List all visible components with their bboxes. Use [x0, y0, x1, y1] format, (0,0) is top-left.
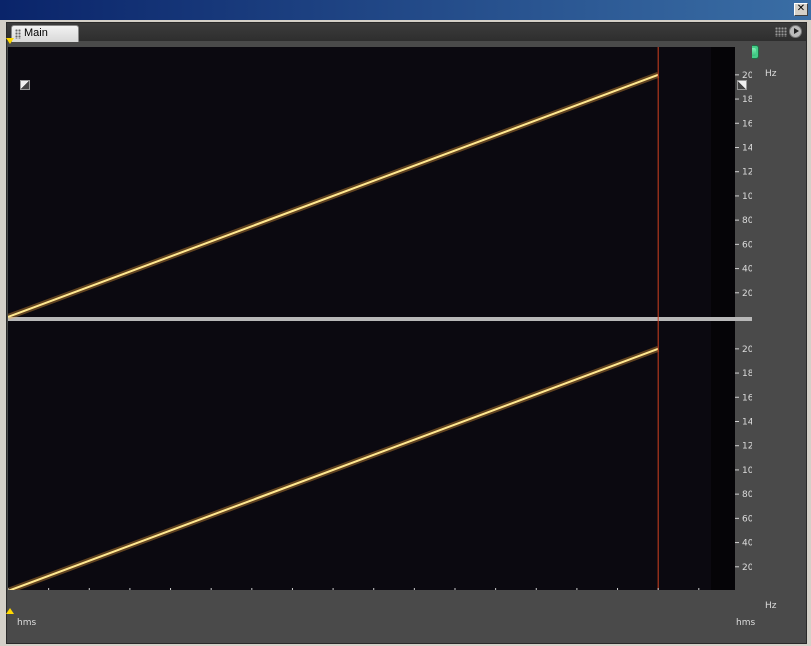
freq-tick-label-lower: 10000: [742, 466, 752, 476]
freq-tick-label-upper: 2000: [742, 289, 752, 299]
freq-tick-label-upper: 6000: [742, 240, 752, 250]
frequency-unit-lower: Hz: [765, 601, 777, 611]
lower-channel-right-region: [711, 321, 735, 590]
freq-tick-label-lower: 16000: [742, 393, 752, 403]
start-marker-top-icon[interactable]: [6, 38, 14, 44]
upper-channel-right-region: [711, 47, 735, 317]
freq-tick-label-upper: 14000: [742, 143, 752, 153]
time-unit-right: hms: [736, 618, 756, 628]
tab-strip: Main: [7, 23, 806, 42]
freq-tick-label-lower: 4000: [742, 539, 752, 549]
freq-tick-label-upper: 10000: [742, 192, 752, 202]
freq-tick-label-upper: 8000: [742, 216, 752, 226]
freq-tick-label-lower: 8000: [742, 490, 752, 500]
zoom-corner-right-icon[interactable]: [737, 80, 747, 90]
freq-tick-label-lower: 20000: [742, 345, 752, 355]
drag-grip-icon[interactable]: [15, 29, 21, 39]
zoom-corner-left-icon[interactable]: [20, 80, 30, 90]
start-marker-bottom-icon[interactable]: [6, 608, 14, 614]
close-button[interactable]: ✕: [794, 3, 808, 16]
freq-tick-label-lower: 6000: [742, 514, 752, 524]
title-bar: ✕: [0, 0, 811, 20]
panel-grip-icon[interactable]: [775, 27, 787, 37]
freq-tick-label-lower: 2000: [742, 563, 752, 573]
freq-tick-label-upper: 4000: [742, 265, 752, 275]
frequency-unit-upper: Hz: [765, 69, 777, 79]
freq-tick-label-lower: 18000: [742, 369, 752, 379]
spectral-display[interactable]: 20000 18000 16000 14000 12000 10000 8000 6000 40…: [8, 45, 752, 590]
freq-tick-label-upper: 16000: [742, 119, 752, 129]
main-window: ✕ Main 20000 18000 16000 14000 12000 10000 800…: [0, 0, 811, 646]
time-unit-left: hms: [17, 618, 37, 628]
freq-tick-label-upper: 18000: [742, 95, 752, 105]
panel-menu-button[interactable]: [789, 25, 802, 38]
channel-divider: [8, 317, 752, 321]
freq-tick-label-upper: 12000: [742, 168, 752, 178]
freq-tick-label-lower: 12000: [742, 442, 752, 452]
freq-tick-label-lower: 14000: [742, 417, 752, 427]
tab-main-label: Main: [24, 27, 48, 39]
tab-main[interactable]: Main: [11, 25, 79, 42]
